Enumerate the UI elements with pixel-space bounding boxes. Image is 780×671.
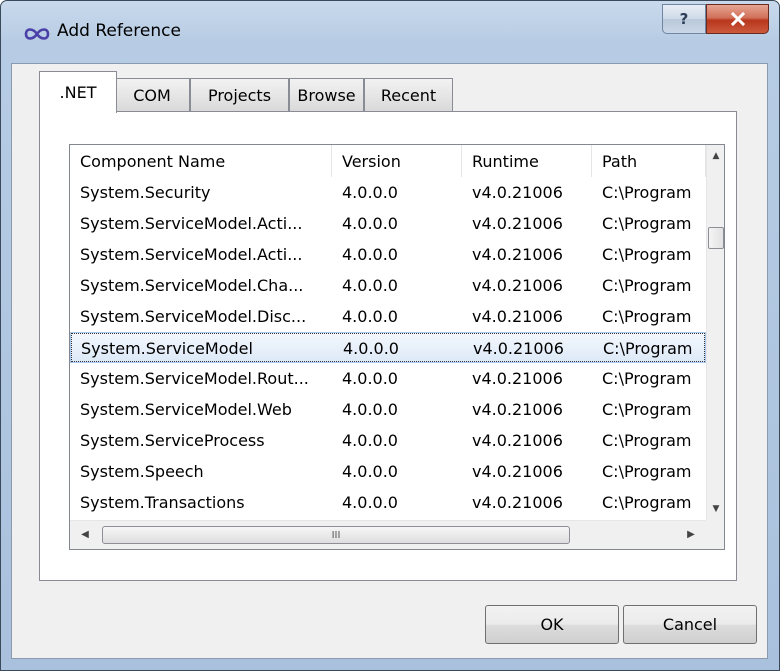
header-path[interactable]: Path [592,145,706,177]
cell-runtime: v4.0.21006 [472,307,563,326]
cell-runtime: v4.0.21006 [472,369,563,388]
cell-component-name: System.ServiceModel.Rout... [80,369,309,388]
cell-component-name: System.ServiceModel.Acti... [80,245,303,264]
cell-version: 4.0.0.0 [342,493,398,512]
table-row-selected[interactable]: System.ServiceModel 4.0.0.0 v4.0.21006 C:\P… [70,332,706,363]
tab-dotnet[interactable]: .NET [39,71,117,113]
tab-projects[interactable]: Projects [190,78,289,111]
cell-version: 4.0.0.0 [342,462,398,481]
cell-path: C:\Program [602,183,692,202]
table-row[interactable]: System.ServiceModel.Acti... 4.0.0.0 v4.0.2… [70,208,706,239]
component-list[interactable]: Component Name Version Runtime Path System.… [69,144,725,550]
table-row[interactable]: System.Transactions 4.0.0.0 v4.0.21006 C:\P… [70,487,706,518]
horizontal-scrollbar[interactable]: ◀ III ▶ [70,520,706,549]
close-button[interactable] [706,4,769,34]
tab-recent[interactable]: Recent [364,78,453,111]
tab-panel-dotnet: Component Name Version Runtime Path System.… [39,111,737,581]
cell-runtime: v4.0.21006 [472,183,563,202]
cell-runtime: v4.0.21006 [472,462,563,481]
table-row[interactable]: System.ServiceModel.Disc... 4.0.0.0 v4.0.2… [70,301,706,332]
help-button[interactable]: ? [662,4,706,34]
horizontal-scroll-thumb[interactable]: III [102,526,570,544]
cell-version: 4.0.0.0 [343,339,399,358]
cell-version: 4.0.0.0 [342,307,398,326]
cell-path: C:\Program [603,339,693,358]
list-header: Component Name Version Runtime Path [70,145,706,177]
cell-path: C:\Program [602,276,692,295]
cell-path: C:\Program [602,493,692,512]
header-version[interactable]: Version [332,145,462,177]
infinity-icon [24,28,50,40]
scroll-up-arrow-icon[interactable]: ▲ [707,147,724,165]
cell-path: C:\Program [602,214,692,233]
vertical-scrollbar[interactable]: ▲ ▼ [706,145,724,520]
cell-version: 4.0.0.0 [342,431,398,450]
close-icon [730,12,745,26]
cell-component-name: System.ServiceModel.Acti... [80,214,303,233]
cell-version: 4.0.0.0 [342,183,398,202]
dialog-body: .NET COM Projects Browse Recent Component Na… [11,63,768,659]
scroll-left-arrow-icon[interactable]: ◀ [76,526,94,544]
window-title: Add Reference [57,21,181,41]
cell-runtime: v4.0.21006 [472,214,563,233]
cell-component-name: System.Speech [80,462,204,481]
cell-version: 4.0.0.0 [342,369,398,388]
cell-path: C:\Program [602,400,692,419]
header-runtime[interactable]: Runtime [462,145,592,177]
cell-component-name: System.ServiceProcess [80,431,265,450]
cell-runtime: v4.0.21006 [473,339,564,358]
header-component-name[interactable]: Component Name [70,145,332,177]
table-row[interactable]: System.ServiceModel.Rout... 4.0.0.0 v4.0.2… [70,363,706,394]
table-row[interactable]: System.ServiceModel.Cha... 4.0.0.0 v4.0.21… [70,270,706,301]
scrollbar-corner [706,520,724,549]
table-row[interactable]: System.Security 4.0.0.0 v4.0.21006 C:\Progr… [70,177,706,208]
cell-runtime: v4.0.21006 [472,400,563,419]
cell-component-name: System.Transactions [80,493,245,512]
cell-component-name: System.ServiceModel [81,339,253,358]
table-row[interactable]: System.ServiceProcess 4.0.0.0 v4.0.21006 C:… [70,425,706,456]
cell-version: 4.0.0.0 [342,214,398,233]
cell-version: 4.0.0.0 [342,400,398,419]
cell-path: C:\Program [602,462,692,481]
cell-path: C:\Program [602,307,692,326]
title-bar[interactable]: Add Reference ? [1,1,779,63]
cell-path: C:\Program [602,431,692,450]
cell-runtime: v4.0.21006 [472,493,563,512]
cell-component-name: System.Security [80,183,211,202]
cell-path: C:\Program [602,245,692,264]
scroll-down-arrow-icon[interactable]: ▼ [707,500,724,518]
scroll-right-arrow-icon[interactable]: ▶ [682,526,700,544]
table-row[interactable]: System.Speech 4.0.0.0 v4.0.21006 C:\Program [70,456,706,487]
ok-button[interactable]: OK [485,605,619,644]
tab-com[interactable]: COM [114,78,190,111]
cancel-button[interactable]: Cancel [623,605,757,644]
cell-component-name: System.ServiceModel.Cha... [80,276,304,295]
cell-path: C:\Program [602,369,692,388]
cell-component-name: System.ServiceModel.Web [80,400,292,419]
cell-runtime: v4.0.21006 [472,276,563,295]
cell-version: 4.0.0.0 [342,245,398,264]
table-row[interactable]: System.ServiceModel.Web 4.0.0.0 v4.0.21006… [70,394,706,425]
cell-runtime: v4.0.21006 [472,431,563,450]
scroll-grip: III [331,529,341,541]
table-row[interactable]: System.ServiceModel.Acti... 4.0.0.0 v4.0.2… [70,239,706,270]
cell-component-name: System.ServiceModel.Disc... [80,307,307,326]
add-reference-dialog: Add Reference ? .NET COM Projects Browse Rec… [0,0,780,671]
cell-runtime: v4.0.21006 [472,245,563,264]
tab-browse[interactable]: Browse [289,78,364,111]
vertical-scroll-thumb[interactable] [708,227,724,249]
cell-version: 4.0.0.0 [342,276,398,295]
